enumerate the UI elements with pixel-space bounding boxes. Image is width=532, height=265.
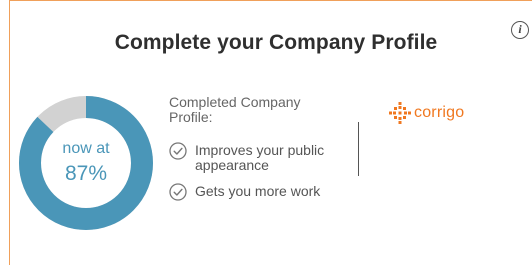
benefit-text: Improves your public appearance: [195, 142, 325, 173]
progress-value: 87%: [64, 161, 108, 185]
brand-name: corrigo: [414, 104, 465, 121]
progress-label: now at: [62, 139, 110, 157]
card-title: Complete your Company Profile: [114, 31, 438, 54]
vertical-divider: [358, 122, 359, 176]
check-circle-icon: [169, 183, 187, 201]
benefit-item: Gets you more work: [169, 183, 355, 201]
profile-heading: Completed Company Profile:: [169, 94, 301, 125]
check-circle-icon: [169, 142, 187, 160]
progress-donut: now at 87%: [18, 95, 154, 231]
benefits-list: Improves your public appearance Gets you…: [169, 142, 355, 212]
donut-center: now at 87%: [18, 95, 154, 231]
corrigo-logo-icon: [389, 102, 411, 124]
corrigo-logo: corrigo: [389, 102, 464, 124]
benefit-item: Improves your public appearance: [169, 142, 355, 173]
benefit-text: Gets you more work: [195, 183, 321, 199]
